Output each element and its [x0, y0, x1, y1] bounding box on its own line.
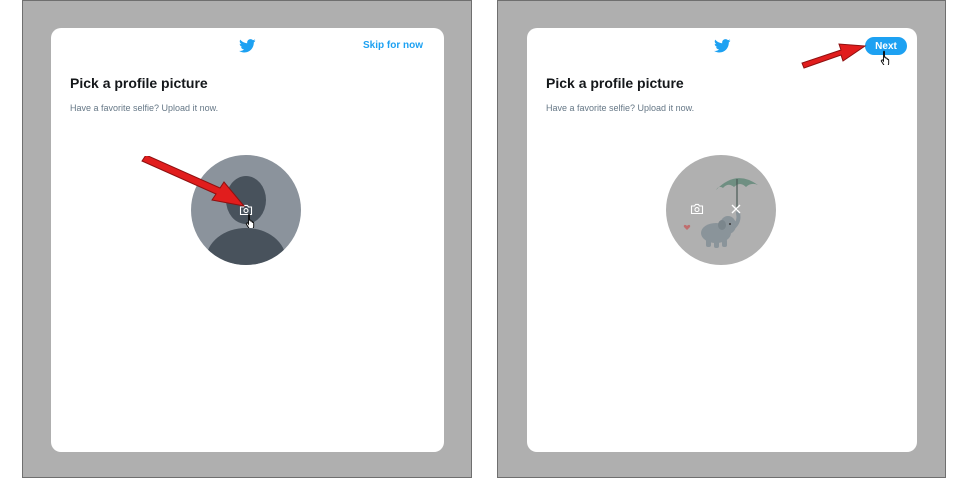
profile-picture-dialog: Next Pick a profile picture Have a favor… — [527, 28, 917, 452]
page-title: Pick a profile picture — [70, 75, 208, 91]
camera-icon[interactable] — [690, 203, 704, 215]
page-subtitle: Have a favorite selfie? Upload it now. — [546, 103, 695, 113]
twitter-bird-icon — [714, 39, 731, 53]
right-screenshot-panel: Next Pick a profile picture Have a favor… — [497, 0, 946, 478]
left-screenshot-panel: Skip for now Pick a profile picture Have… — [22, 0, 472, 478]
close-icon[interactable] — [730, 203, 742, 215]
twitter-bird-icon — [239, 39, 256, 53]
red-arrow-annotation — [801, 43, 867, 69]
hand-pointer-icon — [245, 213, 255, 228]
skip-for-now-link[interactable]: Skip for now — [363, 40, 423, 51]
avatar-upload-area[interactable] — [666, 155, 776, 265]
elephant-umbrella-picture — [683, 178, 758, 248]
page-title: Pick a profile picture — [546, 75, 684, 91]
page-subtitle: Have a favorite selfie? Upload it now. — [70, 103, 219, 113]
profile-picture-dialog: Skip for now Pick a profile picture Have… — [51, 28, 444, 452]
hand-pointer-icon — [880, 50, 890, 65]
red-arrow-annotation — [141, 156, 246, 207]
